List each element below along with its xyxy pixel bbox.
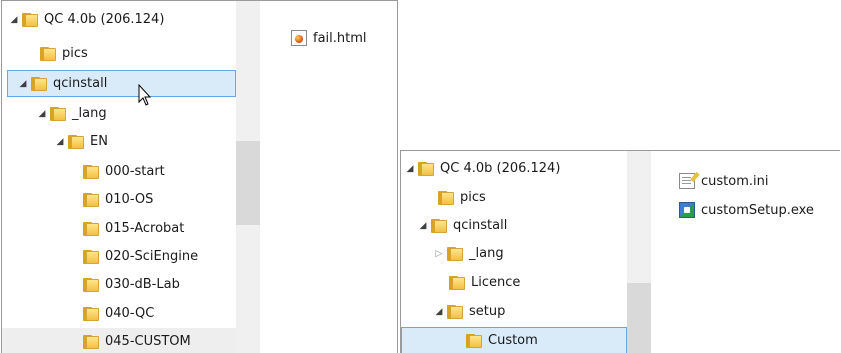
folder-icon (438, 190, 454, 205)
tree-item-label: Licence (471, 275, 521, 290)
tree-item-licence[interactable]: Licence (447, 269, 520, 296)
tree-item-pics[interactable]: pics (38, 40, 88, 67)
file-item-customsetup-exe[interactable]: customSetup.exe (679, 202, 814, 218)
vertical-scrollbar[interactable] (627, 151, 651, 353)
tree-item-custom[interactable]: Custom (401, 327, 627, 353)
tree-item-020-sciengine[interactable]: 020-SciEngine (81, 243, 198, 270)
tree-item-qc-root[interactable]: QC 4.0b (206.124) (8, 6, 164, 33)
expand-arrow-icon[interactable] (8, 15, 20, 25)
folder-icon (466, 333, 482, 348)
tree-item-setup[interactable]: setup (433, 298, 505, 325)
tree-item-label: qcinstall (453, 218, 508, 233)
file-item-fail-html[interactable]: fail.html (291, 30, 367, 46)
tree-item-pics[interactable]: pics (436, 184, 486, 211)
file-name: custom.ini (701, 173, 769, 189)
html-file-icon (291, 30, 307, 46)
tree-item-label: 045-CUSTOM (105, 334, 191, 349)
right-tree-pane: QC 4.0b (206.124) pics qcinstall _lang L… (401, 151, 651, 353)
tree-item-label: QC 4.0b (206.124) (44, 12, 165, 27)
tree-item-040-qc[interactable]: 040-QC (81, 300, 154, 327)
tree-item-qcinstall[interactable]: qcinstall (7, 70, 236, 97)
folder-icon (83, 249, 99, 264)
expand-arrow-icon[interactable] (17, 79, 29, 89)
tree-item-010-os[interactable]: 010-OS (81, 186, 153, 213)
vertical-scrollbar[interactable] (236, 1, 260, 353)
folder-icon (31, 76, 47, 91)
file-name: customSetup.exe (701, 202, 814, 218)
folder-icon (447, 246, 463, 261)
file-item-custom-ini[interactable]: custom.ini (679, 173, 768, 189)
mouse-pointer-icon (138, 84, 152, 106)
tree-item-label: 030-dB-Lab (105, 277, 180, 292)
tree-item-lang[interactable]: _lang (433, 240, 504, 267)
tree-item-label: 040-QC (105, 306, 155, 321)
tree-item-030-db-lab[interactable]: 030-dB-Lab (81, 271, 180, 298)
tree-item-045-custom[interactable]: 045-CUSTOM (2, 328, 236, 353)
tree-item-label: _lang (72, 106, 107, 121)
tree-item-015-acrobat[interactable]: 015-Acrobat (81, 215, 184, 242)
folder-icon (40, 46, 56, 61)
left-tree-pane: QC 4.0b (206.124) pics qcinstall _lang E… (2, 1, 260, 353)
tree-item-label: EN (90, 134, 108, 149)
expand-arrow-icon[interactable] (404, 164, 416, 174)
tree-item-label: 015-Acrobat (105, 221, 185, 236)
tree-item-label: qcinstall (53, 76, 108, 91)
tree-item-label: Custom (488, 333, 538, 348)
folder-icon (431, 218, 447, 233)
expand-arrow-icon[interactable] (54, 137, 66, 147)
tree-item-label: _lang (469, 246, 504, 261)
folder-icon (449, 275, 465, 290)
tree-item-000-start[interactable]: 000-start (81, 158, 165, 185)
folder-icon (418, 161, 434, 176)
folder-icon (83, 306, 99, 321)
tree-item-label: 000-start (105, 164, 165, 179)
tree-item-label: QC 4.0b (206.124) (440, 161, 561, 176)
folder-icon (22, 12, 38, 27)
expand-arrow-icon[interactable] (36, 109, 48, 119)
folder-icon (83, 221, 99, 236)
folder-icon (83, 192, 99, 207)
exe-file-icon (679, 202, 695, 218)
expand-arrow-icon[interactable] (417, 221, 429, 231)
tree-item-en[interactable]: EN (54, 128, 108, 155)
tree-item-label: pics (460, 190, 486, 205)
folder-icon (83, 277, 99, 292)
folder-icon (447, 304, 463, 319)
tree-item-label: 010-OS (105, 192, 154, 207)
tree-item-label: pics (62, 46, 88, 61)
folder-icon (50, 106, 66, 121)
tree-item-label: setup (469, 304, 506, 319)
tree-item-qcinstall[interactable]: qcinstall (417, 212, 507, 239)
scrollbar-thumb[interactable] (627, 283, 651, 353)
folder-icon (68, 134, 84, 149)
ini-file-icon (679, 173, 695, 189)
right-explorer-window: QC 4.0b (206.124) pics qcinstall _lang L… (400, 150, 840, 353)
scrollbar-thumb[interactable] (236, 141, 260, 225)
tree-item-qc-root[interactable]: QC 4.0b (206.124) (404, 155, 560, 182)
folder-icon (83, 334, 99, 349)
collapse-arrow-icon[interactable] (433, 249, 445, 259)
tree-item-label: 020-SciEngine (105, 249, 199, 264)
tree-item-lang[interactable]: _lang (36, 100, 107, 127)
expand-arrow-icon[interactable] (433, 307, 445, 317)
folder-icon (83, 164, 99, 179)
file-name: fail.html (313, 30, 367, 46)
left-explorer-window: QC 4.0b (206.124) pics qcinstall _lang E… (1, 0, 398, 353)
